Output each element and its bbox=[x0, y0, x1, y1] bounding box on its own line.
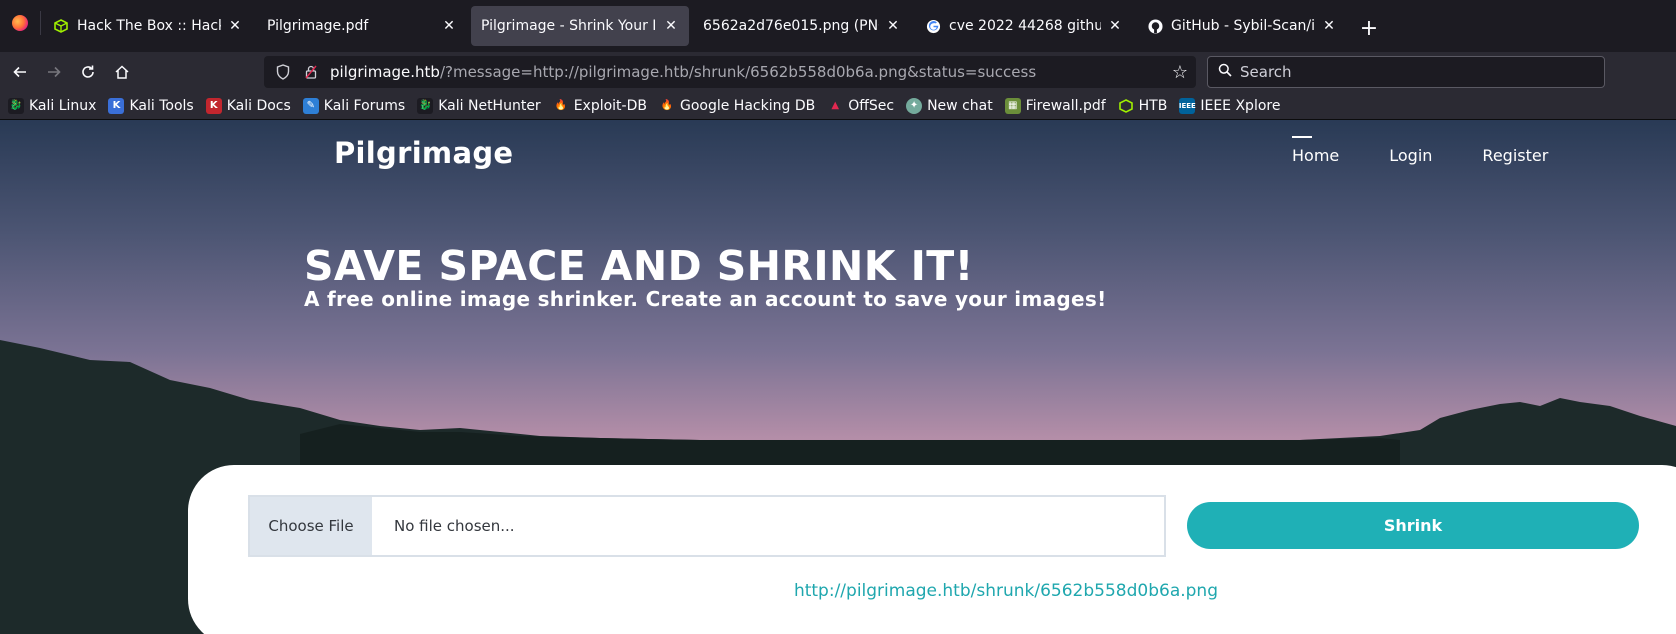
bookmark-label: OffSec bbox=[848, 97, 895, 114]
kali-icon: 🐉 bbox=[8, 97, 24, 114]
bookmark-label: Google Hacking DB bbox=[679, 97, 816, 114]
bookmark-star-icon[interactable]: ☆ bbox=[1172, 62, 1188, 83]
kali-tools-icon: K bbox=[108, 97, 125, 114]
tab-title: 6562a2d76e015.png (PNG Image) bbox=[703, 18, 879, 34]
bookmark-kali-linux[interactable]: 🐉 Kali Linux bbox=[8, 97, 97, 114]
htb-cube-icon bbox=[1118, 98, 1134, 114]
tab-github[interactable]: GitHub - Sybil-Scan/imagemagick ✕ bbox=[1137, 6, 1347, 46]
bookmark-firewall-pdf[interactable]: ▦ Firewall.pdf bbox=[1004, 97, 1106, 114]
close-tab-icon[interactable]: ✕ bbox=[441, 18, 457, 34]
chatgpt-icon: ✦ bbox=[906, 97, 923, 114]
tab-pilgrimage-shrink[interactable]: Pilgrimage - Shrink Your Images ✕ bbox=[471, 6, 689, 46]
tab-google-search[interactable]: cve 2022 44268 githuimagemagick ✕ bbox=[915, 6, 1133, 46]
bookmark-label: Firewall.pdf bbox=[1025, 97, 1106, 114]
url-host: pilgrimage.htb bbox=[330, 63, 440, 81]
exploit-db-icon: 🔥 bbox=[554, 100, 567, 111]
close-tab-icon[interactable]: ✕ bbox=[663, 18, 679, 34]
tab-title: Pilgrimage - Shrink Your Images bbox=[481, 18, 657, 34]
tab-hack-the-box[interactable]: Hack The Box :: Hack The Box ✕ bbox=[43, 6, 253, 46]
hero-title: SAVE SPACE AND SHRINK IT! bbox=[304, 242, 974, 290]
bookmark-kali-forums[interactable]: ✎ Kali Forums bbox=[302, 97, 406, 114]
hero-subtitle: A free online image shrinker. Create an … bbox=[304, 287, 1107, 311]
close-tab-icon[interactable]: ✕ bbox=[1321, 18, 1337, 34]
url-path: /?message=http://pilgrimage.htb/shrunk/6… bbox=[439, 63, 1037, 81]
nav-link-home[interactable]: Home bbox=[1292, 136, 1339, 165]
bookmark-ieee-xplore[interactable]: IEEE IEEE Xplore bbox=[1179, 97, 1281, 114]
bookmark-label: Kali Forums bbox=[323, 97, 406, 114]
bookmark-new-chat[interactable]: ✦ New chat bbox=[906, 97, 993, 114]
bookmark-offsec[interactable]: ▲ OffSec bbox=[827, 98, 894, 114]
pdf-icon: ▦ bbox=[1004, 97, 1021, 114]
shield-icon[interactable] bbox=[274, 63, 292, 81]
close-tab-icon[interactable]: ✕ bbox=[227, 18, 243, 34]
bookmark-label: Exploit-DB bbox=[573, 97, 647, 114]
home-icon[interactable] bbox=[105, 56, 139, 88]
bookmark-label: New chat bbox=[927, 97, 993, 114]
search-icon bbox=[1218, 63, 1232, 81]
htb-cube-icon bbox=[53, 18, 69, 34]
site-nav: Home Login Register bbox=[1292, 136, 1548, 165]
kali-icon: 🐉 bbox=[417, 97, 434, 114]
nav-link-register[interactable]: Register bbox=[1482, 146, 1548, 165]
google-icon bbox=[925, 18, 941, 34]
close-tab-icon[interactable]: ✕ bbox=[885, 18, 901, 34]
site-header: Pilgrimage Home Login Register bbox=[0, 120, 1676, 180]
nav-link-login[interactable]: Login bbox=[1389, 146, 1432, 165]
file-upload-input[interactable]: Choose File No file chosen... bbox=[248, 495, 1166, 557]
file-status-text: No file chosen... bbox=[394, 517, 515, 535]
back-arrow-icon[interactable] bbox=[3, 56, 37, 88]
bookmarks-toolbar: 🐉 Kali Linux K Kali Tools K Kali Docs ✎ … bbox=[0, 92, 1676, 120]
offsec-icon: ▲ bbox=[831, 100, 840, 111]
bookmark-kali-tools[interactable]: K Kali Tools bbox=[108, 97, 194, 114]
search-input[interactable]: Search bbox=[1207, 56, 1605, 88]
url-bar[interactable]: pilgrimage.htb /?message=http://pilgrima… bbox=[264, 56, 1196, 88]
close-tab-icon[interactable]: ✕ bbox=[1107, 18, 1123, 34]
bookmark-label: HTB bbox=[1138, 97, 1168, 114]
lock-icon[interactable] bbox=[302, 63, 320, 81]
tab-png-image[interactable]: 6562a2d76e015.png (PNG Image) ✕ bbox=[693, 6, 911, 46]
bookmark-label: IEEE Xplore bbox=[1200, 97, 1281, 114]
bookmark-label: Kali Tools bbox=[129, 97, 194, 114]
bookmark-label: Kali Docs bbox=[226, 97, 291, 114]
bookmark-label: Kali NetHunter bbox=[438, 97, 541, 114]
tab-pilgrimage-pdf[interactable]: Pilgrimage.pdf ✕ bbox=[257, 6, 467, 46]
shrink-button[interactable]: Shrink bbox=[1187, 502, 1639, 549]
new-tab-button[interactable]: + bbox=[1351, 10, 1387, 46]
upload-card: Choose File No file chosen... Shrink htt… bbox=[188, 465, 1676, 634]
firefox-menu-icon[interactable] bbox=[0, 0, 40, 46]
tab-title: cve 2022 44268 githuimagemagick bbox=[949, 18, 1101, 34]
bookmark-htb[interactable]: HTB bbox=[1118, 97, 1168, 114]
navigation-toolbar: pilgrimage.htb /?message=http://pilgrima… bbox=[0, 52, 1676, 92]
tab-separator bbox=[40, 11, 41, 35]
exploit-db-icon: 🔥 bbox=[660, 100, 674, 111]
tab-title: Pilgrimage.pdf bbox=[267, 18, 369, 34]
tab-strip: Hack The Box :: Hack The Box ✕ Pilgrimag… bbox=[0, 0, 1676, 52]
kali-forums-icon: ✎ bbox=[302, 97, 319, 114]
forward-arrow-icon[interactable] bbox=[37, 56, 71, 88]
site-brand-logo[interactable]: Pilgrimage bbox=[334, 136, 513, 170]
kali-docs-icon: K bbox=[205, 97, 222, 114]
ieee-icon: IEEE bbox=[1179, 97, 1196, 114]
search-placeholder: Search bbox=[1240, 63, 1292, 81]
bookmark-kali-nethunter[interactable]: 🐉 Kali NetHunter bbox=[417, 97, 541, 114]
tab-title: Hack The Box :: Hack The Box bbox=[77, 18, 221, 34]
bookmark-kali-docs[interactable]: K Kali Docs bbox=[205, 97, 291, 114]
shrunk-image-link[interactable]: http://pilgrimage.htb/shrunk/6562b558d0b… bbox=[748, 581, 1218, 601]
tab-title: GitHub - Sybil-Scan/imagemagick bbox=[1171, 18, 1315, 34]
reload-icon[interactable] bbox=[71, 56, 105, 88]
choose-file-button[interactable]: Choose File bbox=[250, 497, 372, 555]
github-icon bbox=[1147, 18, 1163, 34]
bookmark-label: Kali Linux bbox=[29, 97, 97, 114]
bookmark-google-hacking-db[interactable]: 🔥 Google Hacking DB bbox=[659, 98, 815, 114]
page-content: Pilgrimage Home Login Register SAVE SPAC… bbox=[0, 120, 1676, 634]
bookmark-exploit-db[interactable]: 🔥 Exploit-DB bbox=[553, 98, 647, 114]
